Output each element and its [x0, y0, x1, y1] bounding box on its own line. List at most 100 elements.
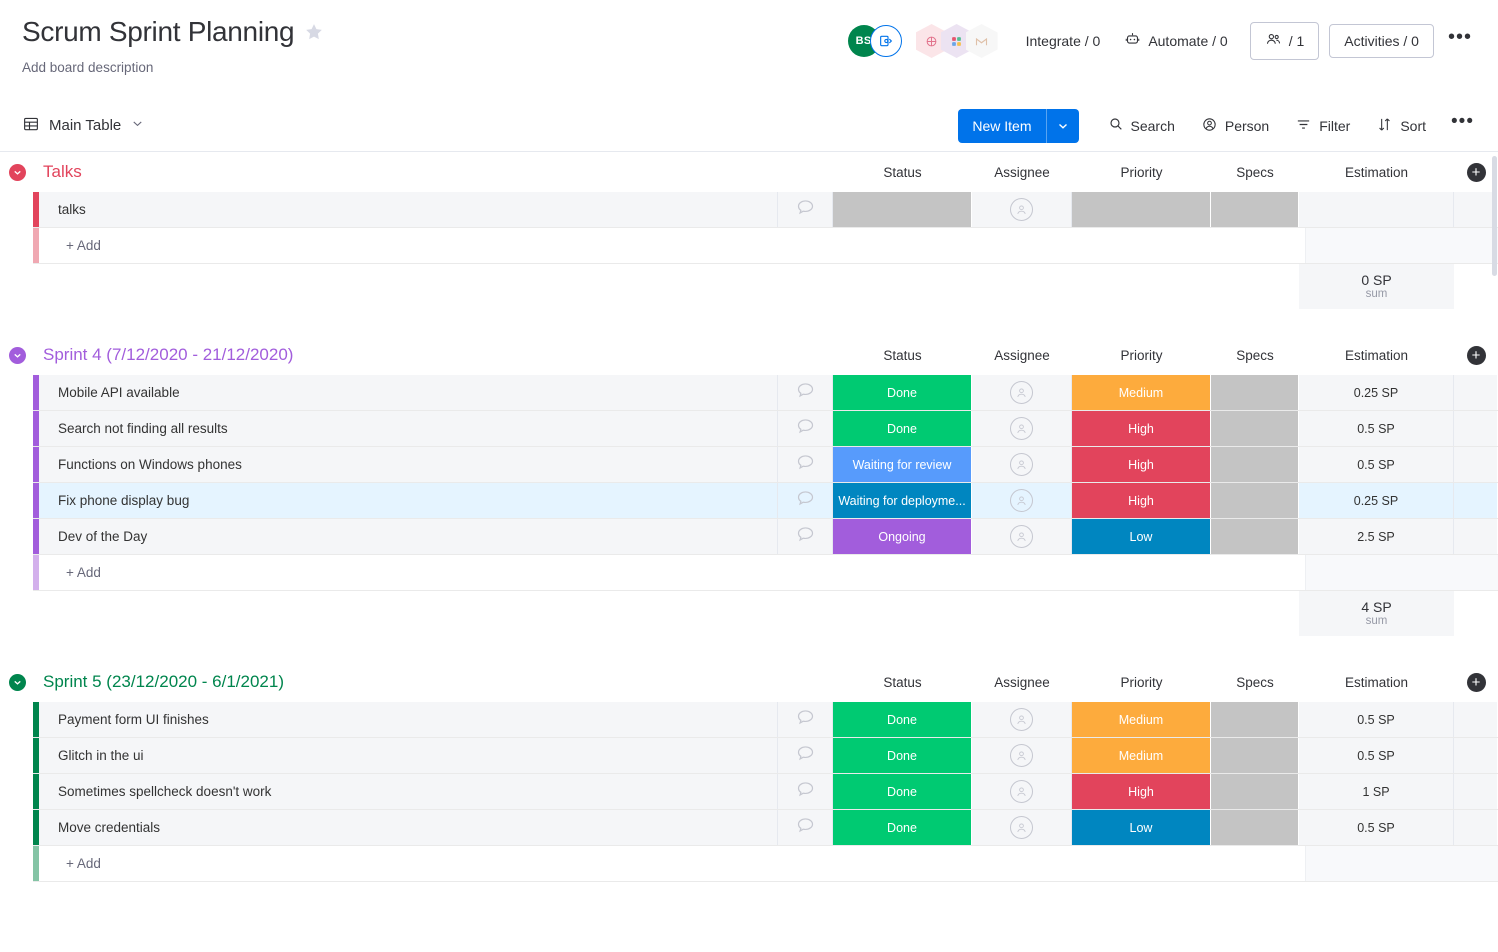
column-header-estimation[interactable]: Estimation	[1299, 165, 1454, 180]
add-item-label[interactable]: + Add	[39, 228, 1306, 263]
cell-assignee[interactable]	[972, 483, 1072, 518]
automate-button[interactable]: Automate / 0	[1112, 23, 1239, 59]
search-button[interactable]: Search	[1097, 108, 1186, 143]
add-item-row[interactable]: + Add	[33, 555, 1498, 591]
row-item-name[interactable]: Fix phone display bug	[39, 483, 778, 518]
cell-estimation[interactable]: 0.5 SP	[1299, 738, 1454, 773]
cell-priority[interactable]: Medium	[1072, 738, 1211, 773]
group-collapse-icon[interactable]	[9, 163, 26, 181]
cell-assignee[interactable]	[972, 702, 1072, 737]
cell-status[interactable]: Waiting for deployme...	[833, 483, 972, 518]
cell-status[interactable]	[833, 192, 972, 227]
row-item-name[interactable]: Search not finding all results	[39, 411, 778, 446]
cell-assignee[interactable]	[972, 411, 1072, 446]
column-header-assignee[interactable]: Assignee	[972, 165, 1072, 180]
cell-estimation[interactable]: 0.5 SP	[1299, 702, 1454, 737]
cell-estimation[interactable]: 0.5 SP	[1299, 411, 1454, 446]
cell-specs[interactable]	[1211, 738, 1299, 773]
add-item-row[interactable]: + Add	[33, 846, 1498, 882]
row-chat-button[interactable]	[778, 375, 833, 410]
scrollbar-thumb[interactable]	[1492, 156, 1497, 276]
row-item-name[interactable]: Functions on Windows phones	[39, 447, 778, 482]
cell-assignee[interactable]	[972, 738, 1072, 773]
column-header-estimation[interactable]: Estimation	[1299, 675, 1454, 690]
column-header-specs[interactable]: Specs	[1211, 348, 1299, 363]
invite-members-icon[interactable]	[869, 25, 902, 57]
add-item-row[interactable]: + Add	[33, 228, 1498, 264]
cell-specs[interactable]	[1211, 702, 1299, 737]
cell-specs[interactable]	[1211, 519, 1299, 554]
column-header-assignee[interactable]: Assignee	[972, 675, 1072, 690]
table-row[interactable]: Dev of the Day Ongoing Low 2.5 SP	[33, 519, 1498, 555]
toolbar-more-options-button[interactable]: •••	[1441, 111, 1480, 140]
new-item-button[interactable]: New Item	[958, 108, 1079, 143]
activities-button[interactable]: Activities / 0	[1329, 24, 1434, 58]
column-header-status[interactable]: Status	[833, 165, 972, 180]
cell-priority[interactable]	[1072, 192, 1211, 227]
column-header-status[interactable]: Status	[833, 675, 972, 690]
group-collapse-icon[interactable]	[9, 346, 26, 364]
add-item-label[interactable]: + Add	[39, 846, 1306, 881]
row-item-name[interactable]: Sometimes spellcheck doesn't work	[39, 774, 778, 809]
person-filter-button[interactable]: Person	[1190, 108, 1280, 144]
cell-specs[interactable]	[1211, 810, 1299, 845]
cell-status[interactable]: Done	[833, 810, 972, 845]
table-row[interactable]: Glitch in the ui Done Medium 0.5 SP	[33, 738, 1498, 774]
row-chat-button[interactable]	[778, 810, 833, 845]
cell-priority[interactable]: Low	[1072, 519, 1211, 554]
star-icon[interactable]	[304, 22, 324, 42]
table-row[interactable]: Mobile API available Done Medium 0.25 SP	[33, 375, 1498, 411]
cell-priority[interactable]: Low	[1072, 810, 1211, 845]
cell-status[interactable]: Done	[833, 702, 972, 737]
table-row[interactable]: talks	[33, 192, 1498, 228]
header-more-options-button[interactable]: •••	[1434, 26, 1480, 57]
cell-priority[interactable]: High	[1072, 774, 1211, 809]
cell-status[interactable]: Done	[833, 774, 972, 809]
group-title[interactable]: Sprint 5 (23/12/2020 - 6/1/2021)	[43, 672, 284, 692]
row-item-name[interactable]: Dev of the Day	[39, 519, 778, 554]
row-item-name[interactable]: talks	[39, 192, 778, 227]
cell-estimation[interactable]: 0.25 SP	[1299, 483, 1454, 518]
table-row[interactable]: Functions on Windows phones Waiting for r…	[33, 447, 1498, 483]
cell-specs[interactable]	[1211, 447, 1299, 482]
add-item-label[interactable]: + Add	[39, 555, 1306, 590]
cell-specs[interactable]	[1211, 192, 1299, 227]
cell-specs[interactable]	[1211, 774, 1299, 809]
cell-priority[interactable]: High	[1072, 483, 1211, 518]
sort-button[interactable]: Sort	[1365, 108, 1437, 144]
cell-estimation[interactable]	[1299, 192, 1454, 227]
cell-specs[interactable]	[1211, 483, 1299, 518]
cell-assignee[interactable]	[972, 774, 1072, 809]
new-item-dropdown-icon[interactable]	[1045, 108, 1079, 143]
group-collapse-icon[interactable]	[9, 673, 26, 691]
row-chat-button[interactable]	[778, 519, 833, 554]
cell-status[interactable]: Ongoing	[833, 519, 972, 554]
cell-priority[interactable]: High	[1072, 411, 1211, 446]
row-chat-button[interactable]	[778, 447, 833, 482]
group-title[interactable]: Talks	[43, 162, 82, 182]
cell-estimation[interactable]: 0.5 SP	[1299, 447, 1454, 482]
table-row[interactable]: Move credentials Done Low 0.5 SP	[33, 810, 1498, 846]
cell-specs[interactable]	[1211, 375, 1299, 410]
cell-priority[interactable]: Medium	[1072, 375, 1211, 410]
cell-assignee[interactable]	[972, 375, 1072, 410]
row-chat-button[interactable]	[778, 192, 833, 227]
cell-assignee[interactable]	[972, 519, 1072, 554]
row-chat-button[interactable]	[778, 483, 833, 518]
tab-main-table[interactable]: Main Table	[22, 115, 145, 137]
row-item-name[interactable]: Move credentials	[39, 810, 778, 845]
cell-priority[interactable]: Medium	[1072, 702, 1211, 737]
cell-priority[interactable]: High	[1072, 447, 1211, 482]
column-header-specs[interactable]: Specs	[1211, 165, 1299, 180]
cell-status[interactable]: Done	[833, 738, 972, 773]
cell-assignee[interactable]	[972, 810, 1072, 845]
row-item-name[interactable]: Payment form UI finishes	[39, 702, 778, 737]
cell-estimation[interactable]: 0.5 SP	[1299, 810, 1454, 845]
cell-specs[interactable]	[1211, 411, 1299, 446]
table-row[interactable]: Fix phone display bug Waiting for deploym…	[33, 483, 1498, 519]
column-header-estimation[interactable]: Estimation	[1299, 348, 1454, 363]
filter-button[interactable]: Filter	[1284, 108, 1361, 144]
cell-estimation[interactable]: 0.25 SP	[1299, 375, 1454, 410]
row-chat-button[interactable]	[778, 738, 833, 773]
board-description[interactable]: Add board description	[22, 60, 1476, 75]
